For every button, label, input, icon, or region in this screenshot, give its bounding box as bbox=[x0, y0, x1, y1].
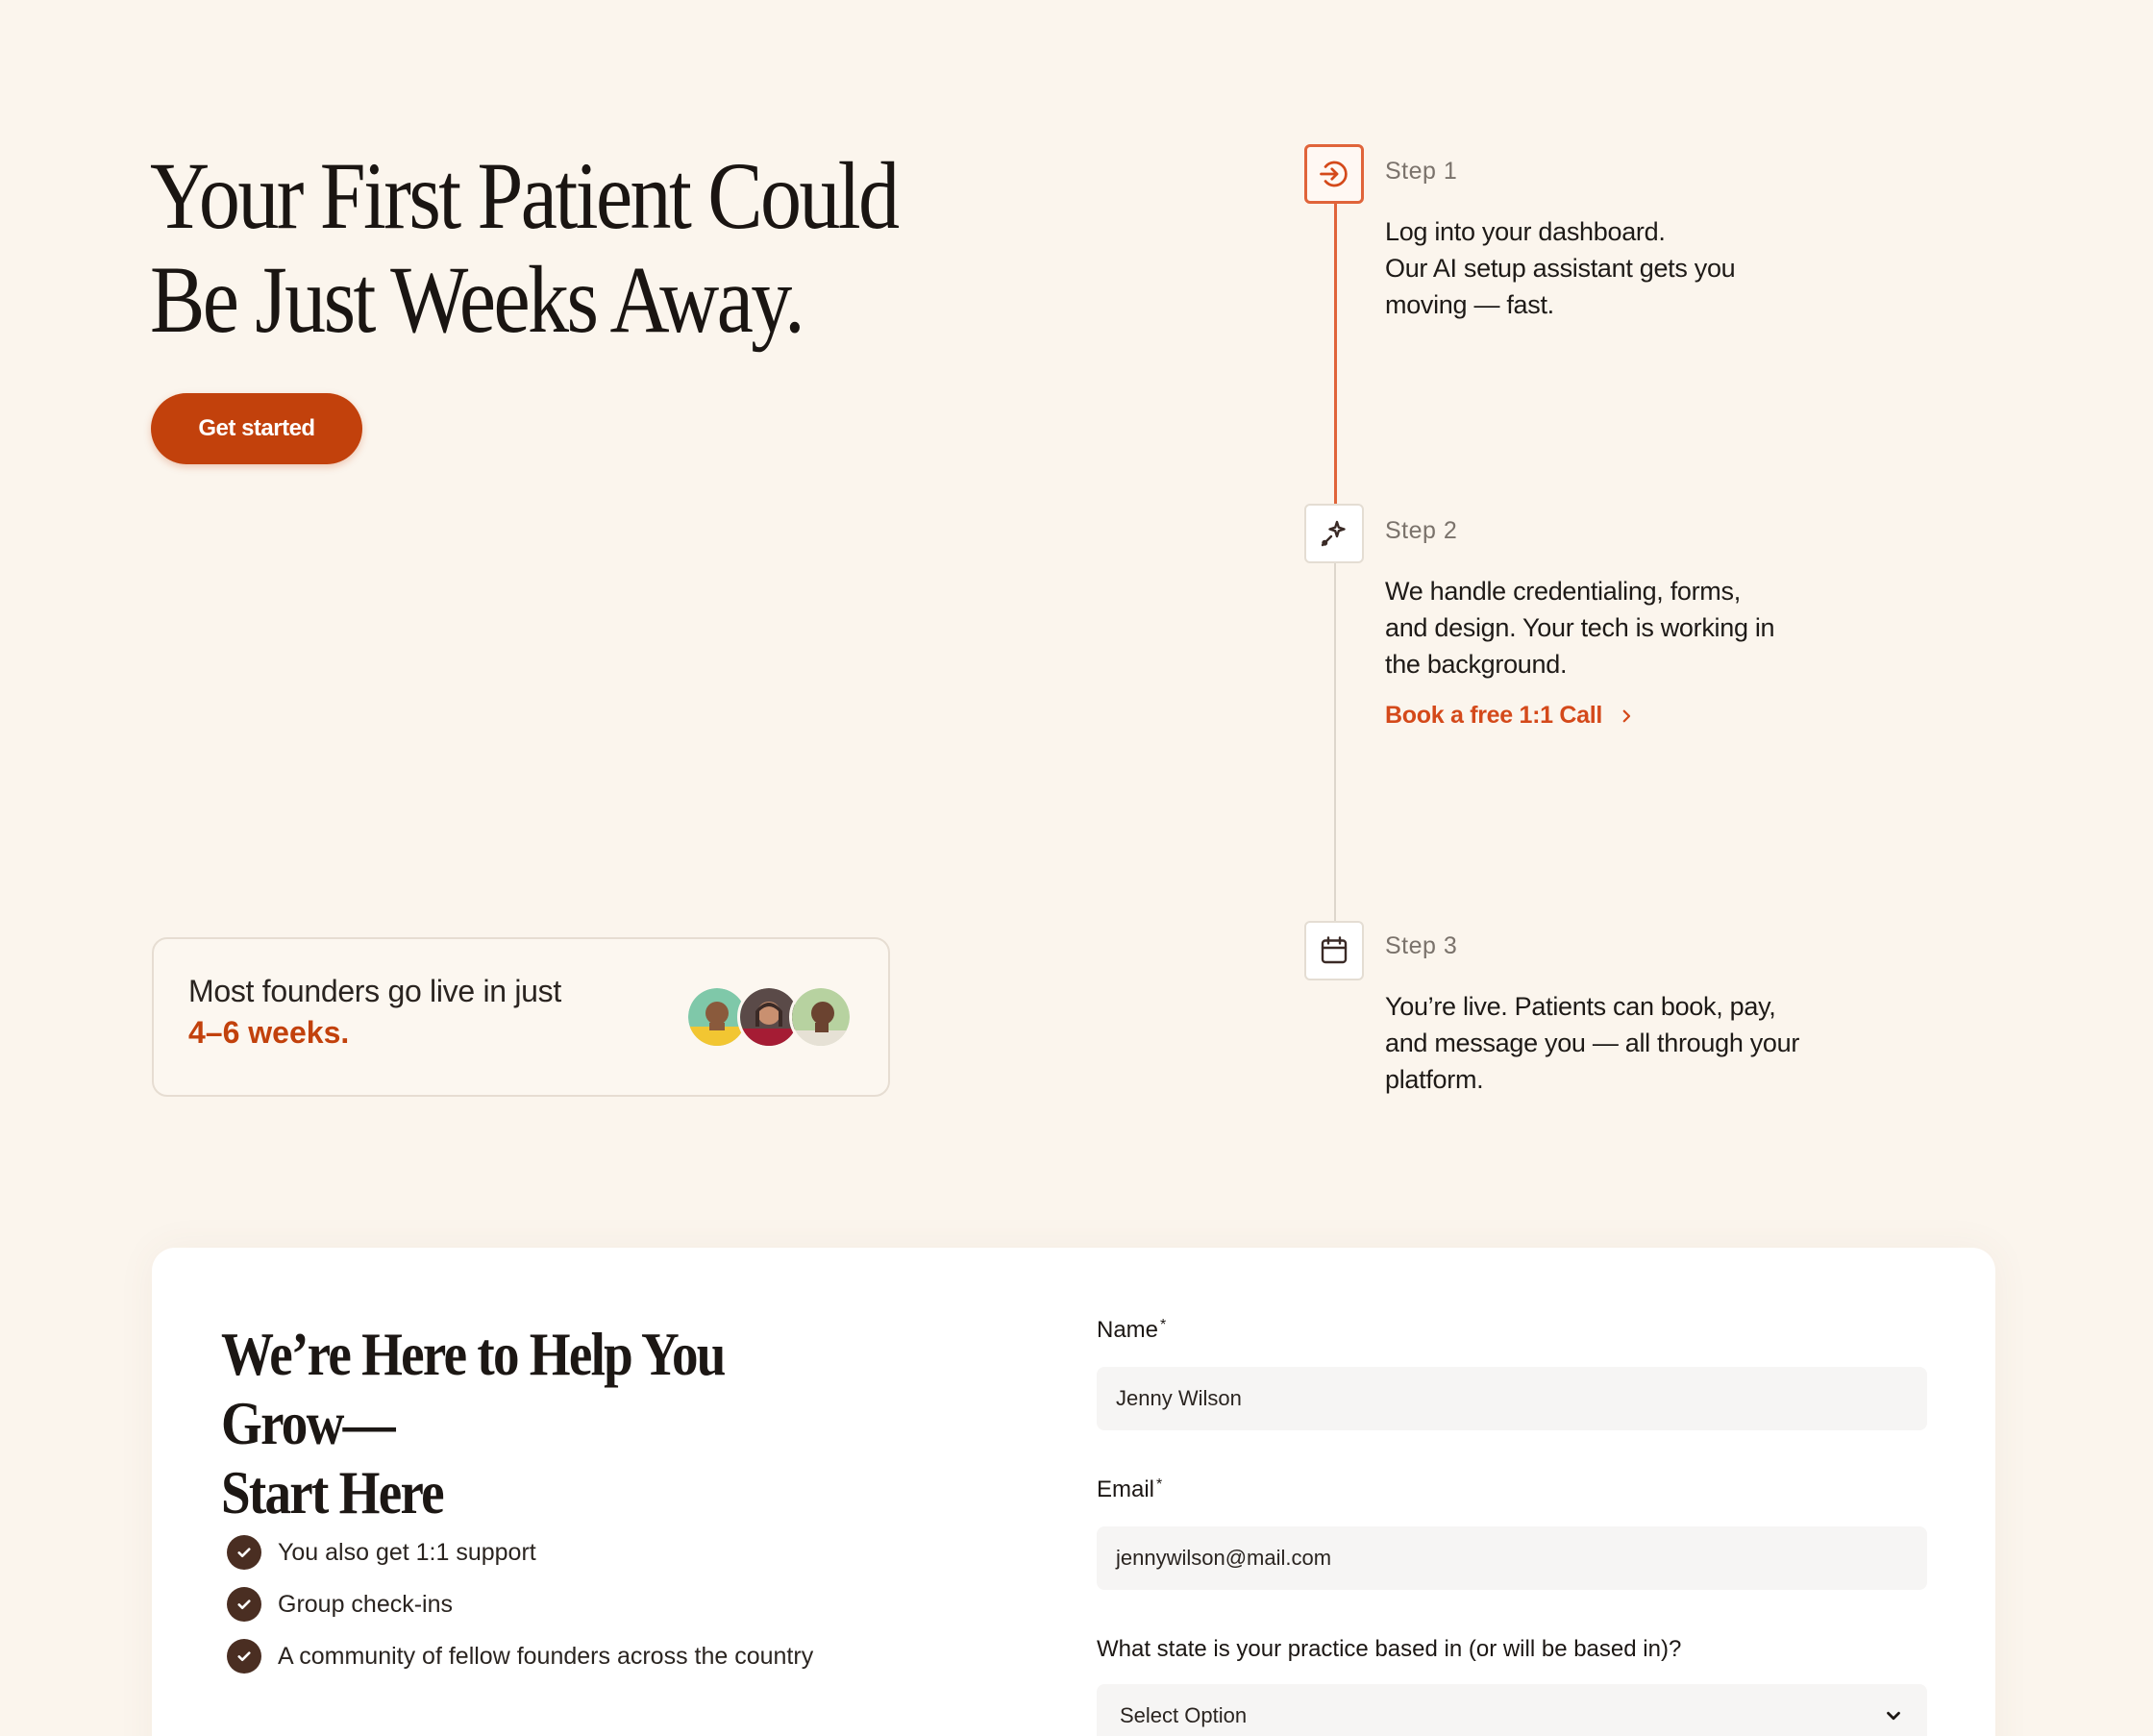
list-item-text: You also get 1:1 support bbox=[278, 1538, 536, 1566]
step-description-line: and design. Your tech is working in bbox=[1385, 613, 1775, 642]
login-arrow-icon bbox=[1304, 144, 1364, 204]
hero-title: Your First Patient Could Be Just Weeks A… bbox=[150, 142, 900, 353]
list-item: A community of fellow founders across th… bbox=[227, 1630, 813, 1682]
required-mark: * bbox=[1160, 1317, 1167, 1333]
form-title-line2: Start Here bbox=[221, 1458, 445, 1526]
avatar-group bbox=[685, 985, 868, 1049]
state-label: What state is your practice based in (or… bbox=[1097, 1636, 1682, 1662]
email-field-value: jennywilson@mail.com bbox=[1116, 1546, 1332, 1570]
step-label: Step 1 bbox=[1385, 158, 1458, 185]
avatar bbox=[789, 985, 853, 1049]
step-description-line: Our AI setup assistant gets you bbox=[1385, 254, 1736, 283]
required-mark: * bbox=[1156, 1476, 1163, 1493]
list-item-text: A community of fellow founders across th… bbox=[278, 1642, 814, 1670]
step-description-line: You’re live. Patients can book, pay, bbox=[1385, 992, 1776, 1021]
email-label-text: Email bbox=[1097, 1476, 1155, 1502]
get-started-button[interactable]: Get started bbox=[151, 393, 362, 464]
founders-text: Most founders go live in just 4–6 weeks. bbox=[188, 974, 561, 1051]
step-description: You’re live. Patients can book, pay, and… bbox=[1385, 988, 1837, 1098]
list-item: You also get 1:1 support bbox=[227, 1526, 813, 1578]
step-description: Log into your dashboard. Our AI setup as… bbox=[1385, 213, 1837, 323]
book-call-link[interactable]: Book a free 1:1 Call bbox=[1385, 702, 1635, 730]
founders-card: Most founders go live in just 4–6 weeks. bbox=[152, 937, 890, 1097]
name-label: Name * bbox=[1097, 1317, 1166, 1344]
step-description-line: We handle credentialing, forms, bbox=[1385, 577, 1741, 606]
state-select[interactable]: Select Option bbox=[1097, 1684, 1927, 1736]
founders-line1: Most founders go live in just bbox=[188, 974, 561, 1008]
hero-title-line1: Your First Patient Could bbox=[150, 142, 900, 249]
check-icon bbox=[227, 1639, 261, 1674]
step-description-line: moving — fast. bbox=[1385, 290, 1554, 319]
step-description: We handle credentialing, forms, and desi… bbox=[1385, 573, 1837, 682]
step-description-line: Log into your dashboard. bbox=[1385, 217, 1666, 246]
book-call-link-label: Book a free 1:1 Call bbox=[1385, 702, 1603, 729]
name-label-text: Name bbox=[1097, 1317, 1159, 1343]
state-select-value: Select Option bbox=[1120, 1703, 1248, 1727]
form-title: We’re Here to Help You Grow— Start Here bbox=[221, 1320, 850, 1527]
hero-title-line2: Be Just Weeks Away. bbox=[150, 246, 805, 353]
email-field[interactable]: jennywilson@mail.com bbox=[1097, 1526, 1927, 1590]
chevron-down-icon bbox=[1887, 1711, 1900, 1721]
check-icon bbox=[227, 1535, 261, 1570]
step-progress-line bbox=[1334, 202, 1337, 509]
page: Your First Patient Could Be Just Weeks A… bbox=[0, 0, 2153, 1736]
contact-form-card: We’re Here to Help You Grow— Start Here … bbox=[152, 1248, 1995, 1736]
list-item: Group check-ins bbox=[227, 1578, 813, 1630]
founders-highlight: 4–6 weeks. bbox=[188, 1015, 350, 1050]
step-description-line: platform. bbox=[1385, 1065, 1484, 1094]
step-description-line: and message you — all through your bbox=[1385, 1029, 1800, 1057]
email-label: Email * bbox=[1097, 1476, 1162, 1503]
step-label: Step 3 bbox=[1385, 932, 1458, 959]
list-item-text: Group check-ins bbox=[278, 1590, 454, 1618]
step-description-line: the background. bbox=[1385, 650, 1568, 679]
step-line bbox=[1334, 561, 1336, 925]
name-field[interactable]: Jenny Wilson bbox=[1097, 1367, 1927, 1430]
benefits-list: You also get 1:1 support Group check-ins… bbox=[227, 1526, 813, 1682]
sparkle-wand-icon bbox=[1304, 504, 1364, 563]
chevron-right-icon bbox=[1622, 709, 1631, 722]
check-icon bbox=[227, 1587, 261, 1622]
form-title-line1: We’re Here to Help You Grow— bbox=[221, 1320, 726, 1457]
step-label: Step 2 bbox=[1385, 517, 1458, 544]
calendar-icon bbox=[1304, 921, 1364, 980]
name-field-value: Jenny Wilson bbox=[1116, 1386, 1242, 1410]
